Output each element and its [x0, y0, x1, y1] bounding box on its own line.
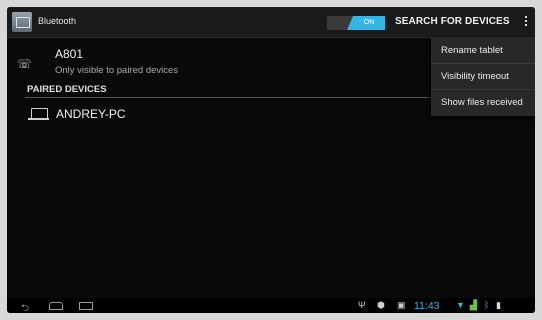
more-vert-icon[interactable] [523, 16, 529, 30]
battery-icon: ▮ [496, 300, 501, 310]
menu-item-label: Visibility timeout [441, 71, 509, 82]
signal-icon: ▟ [470, 300, 477, 310]
menu-item-visibility-timeout[interactable]: Visibility timeout [431, 64, 535, 90]
status-clock[interactable]: 11:43 [414, 300, 440, 312]
this-device-visibility[interactable]: Only visible to paired devices [55, 65, 178, 76]
bluetooth-toggle[interactable]: ON [327, 16, 385, 30]
image-icon: ▣ [397, 300, 406, 310]
phone-icon: ☏ [17, 57, 33, 71]
laptop-icon [28, 108, 49, 120]
menu-item-show-files-received[interactable]: Show files received [431, 90, 535, 115]
back-icon[interactable]: ⮌ [21, 301, 29, 313]
overflow-menu: Rename tablet Visibility timeout Show fi… [431, 38, 535, 116]
paired-device-name: ANDREY-PC [56, 107, 126, 121]
paired-devices-header: PAIRED DEVICES [27, 84, 107, 95]
this-device-name[interactable]: A801 [55, 47, 83, 61]
action-bar: Bluetooth ON SEARCH FOR DEVICES [7, 7, 535, 38]
menu-item-label: Rename tablet [441, 45, 503, 56]
page-title: Bluetooth [38, 16, 77, 26]
bluetooth-settings-app-icon[interactable] [12, 12, 32, 32]
home-icon[interactable] [49, 302, 63, 310]
wifi-icon: ▼ [456, 300, 465, 310]
usb-icon: Ψ [358, 300, 366, 310]
system-navigation-bar: ⮌ Ψ ⬢ ▣ 11:43 ▼ ▟ ᛒ ▮ [7, 298, 535, 313]
menu-item-rename-tablet[interactable]: Rename tablet [431, 38, 535, 64]
android-icon: ⬢ [377, 300, 385, 310]
screen: Bluetooth ON SEARCH FOR DEVICES ☏ A801 O… [7, 7, 535, 313]
section-divider [25, 97, 433, 98]
menu-item-label: Show files received [441, 97, 523, 108]
recent-apps-icon[interactable] [79, 302, 93, 310]
toggle-on-label: ON [347, 16, 385, 30]
search-for-devices-button[interactable]: SEARCH FOR DEVICES [395, 16, 510, 27]
bluetooth-icon: ᛒ [484, 300, 490, 310]
